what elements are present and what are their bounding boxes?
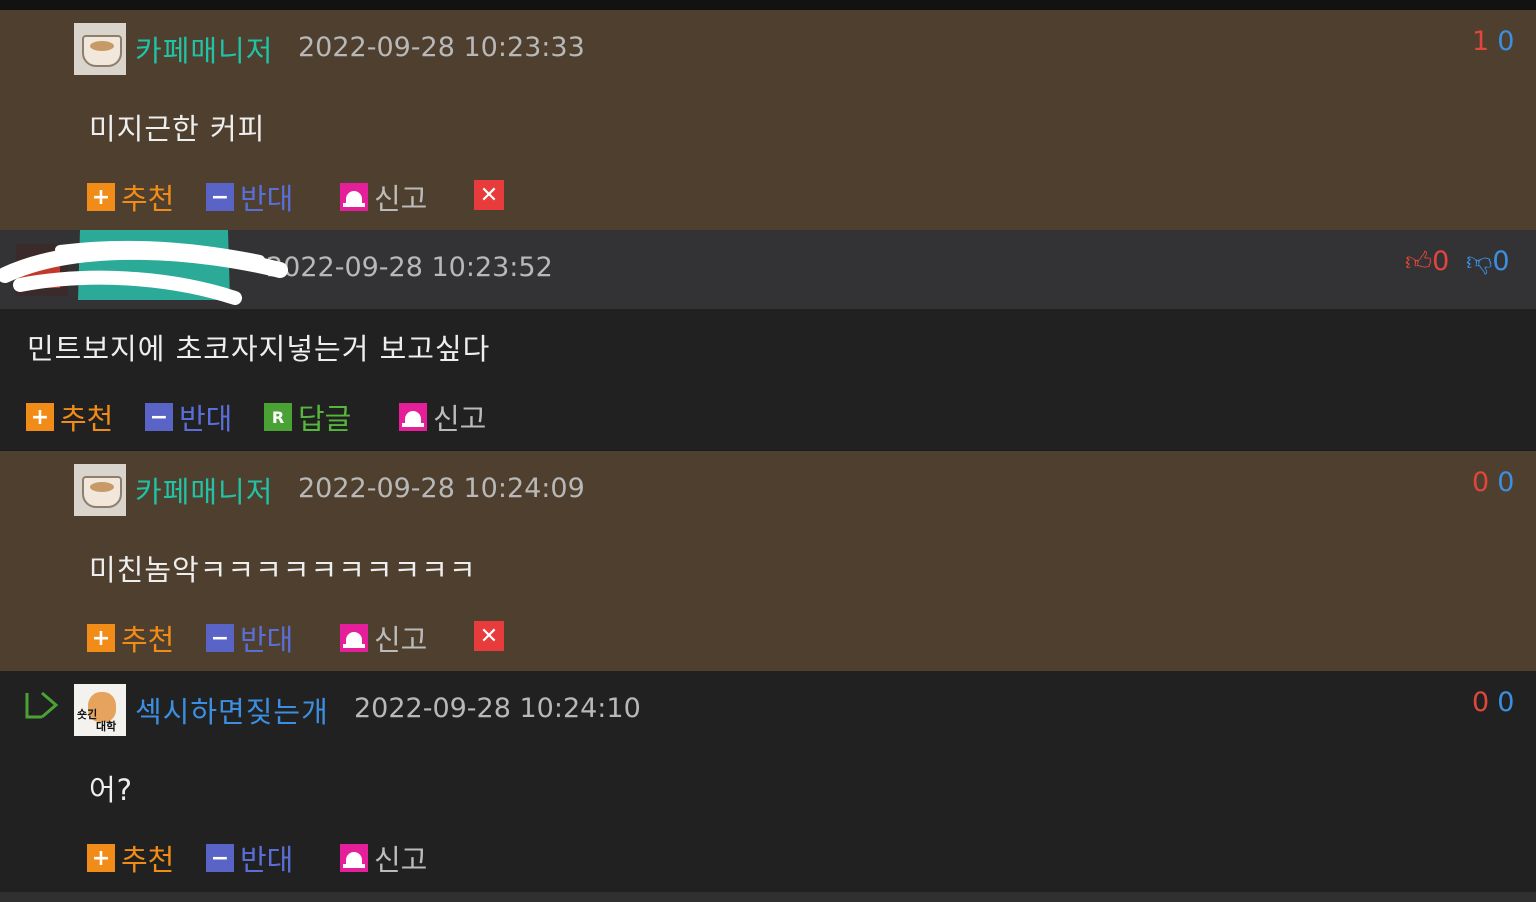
oppose-button[interactable]: − 반대: [206, 617, 293, 659]
oppose-button[interactable]: − 반대: [145, 396, 232, 438]
comment-item-4: 숏긴 대학 섹시하면짖는개 2022-09-28 10:24:10 00 어? …: [0, 671, 1536, 892]
avatar[interactable]: [74, 464, 126, 516]
comment-nickname[interactable]: 카페매니저: [135, 28, 273, 70]
avatar-caption-1: 숏긴: [77, 708, 98, 721]
siren-icon: [340, 183, 368, 211]
recommend-label: 추천: [121, 843, 175, 877]
siren-icon: [399, 403, 427, 431]
upvote-count: 0: [1472, 687, 1490, 718]
oppose-label: 반대: [240, 623, 294, 657]
downvote-count: 0: [1497, 26, 1515, 57]
reply-button[interactable]: R 답글: [264, 396, 351, 438]
recommend-label: 추천: [121, 623, 175, 657]
siren-icon: [340, 624, 368, 652]
vote-score: 00: [1472, 467, 1514, 498]
plus-icon: +: [87, 183, 115, 211]
avatar[interactable]: 숏긴 대학: [74, 684, 126, 736]
oppose-label: 반대: [179, 402, 233, 436]
avatar[interactable]: [74, 23, 126, 75]
downvote-count: 0: [1497, 687, 1515, 718]
report-label: 신고: [374, 843, 428, 877]
oppose-label: 반대: [240, 843, 294, 877]
minus-icon: −: [206, 183, 234, 211]
plus-icon: +: [87, 624, 115, 652]
upvote-count: 0: [1472, 467, 1490, 498]
upvote-count: 1: [1472, 26, 1490, 57]
siren-icon: [340, 844, 368, 872]
downvote-count: 0: [1492, 246, 1510, 277]
downvote-count: 0: [1497, 467, 1515, 498]
comment-nickname[interactable]: 섹시하면짖는개: [135, 689, 329, 731]
recommend-button[interactable]: + 추천: [87, 176, 174, 218]
bottom-divider: [0, 892, 1536, 902]
report-label: 신고: [433, 402, 487, 436]
recommend-button[interactable]: + 추천: [87, 837, 174, 879]
comment-item-3: 카페매니저 2022-09-28 10:24:09 00 미친놈악ㅋㅋㅋㅋㅋㅋㅋ…: [0, 451, 1536, 671]
report-button[interactable]: 신고: [399, 396, 486, 438]
recommend-label: 추천: [60, 402, 114, 436]
delete-button[interactable]: ✕: [474, 180, 504, 210]
avatar-caption-2: 대학: [96, 720, 117, 733]
close-icon: ✕: [479, 182, 499, 208]
report-label: 신고: [374, 623, 428, 657]
oppose-label: 반대: [240, 182, 294, 216]
report-label: 신고: [374, 182, 428, 216]
vote-score: 00: [1472, 687, 1514, 718]
minus-icon: −: [206, 624, 234, 652]
recommend-label: 추천: [121, 182, 175, 216]
vote-score: 👍︎0 👎︎0: [1405, 246, 1510, 277]
report-button[interactable]: 신고: [340, 837, 427, 879]
comment-text: 미친놈악ㅋㅋㅋㅋㅋㅋㅋㅋㅋㅋ: [89, 553, 477, 587]
reply-label: 답글: [298, 402, 352, 436]
comment-nickname[interactable]: 카페매니저: [135, 469, 273, 511]
coffee-cup-icon: [82, 476, 122, 508]
comment-text: 어?: [89, 773, 134, 807]
comment-date: 2022-09-28 10:23:33: [298, 32, 585, 63]
oppose-button[interactable]: − 반대: [206, 176, 293, 218]
comment-date: 2022-09-28 10:24:09: [298, 473, 585, 504]
thumbs-down-icon[interactable]: 👎︎: [1466, 247, 1492, 277]
plus-icon: +: [87, 844, 115, 872]
comment-text: 미지근한 커피: [89, 112, 266, 146]
comment-date: 2022-09-28 10:23:52: [266, 252, 553, 283]
upvote-count: 0: [1432, 246, 1450, 277]
comment-header: [0, 230, 1536, 309]
thumbs-up-icon[interactable]: 👍︎: [1405, 247, 1432, 277]
comment-item-1: 카페매니저 2022-09-28 10:23:33 10 미지근한 커피 + 추천…: [0, 10, 1536, 230]
recommend-button[interactable]: + 추천: [26, 396, 113, 438]
avatar[interactable]: [16, 244, 68, 296]
minus-icon: −: [145, 403, 173, 431]
report-button[interactable]: 신고: [340, 617, 427, 659]
comment-date: 2022-09-28 10:24:10: [354, 693, 641, 724]
reply-icon: R: [264, 403, 292, 431]
recommend-button[interactable]: + 추천: [87, 617, 174, 659]
report-button[interactable]: 신고: [340, 176, 427, 218]
comment-text: 민트보지에 초코자지넣는거 보고싶다: [27, 332, 491, 366]
comment-item-2: 2022-09-28 10:23:52 👍︎0 👎︎0 민트보지에 초코자지넣는…: [0, 230, 1536, 450]
close-icon: ✕: [479, 623, 499, 649]
plus-icon: +: [26, 403, 54, 431]
vote-score: 10: [1472, 26, 1514, 57]
delete-button[interactable]: ✕: [474, 621, 504, 651]
oppose-button[interactable]: − 반대: [206, 837, 293, 879]
top-divider: [0, 0, 1536, 10]
coffee-cup-icon: [82, 35, 122, 67]
minus-icon: −: [206, 844, 234, 872]
gift-icon: [20, 264, 60, 288]
reply-arrow-icon: [25, 691, 59, 719]
